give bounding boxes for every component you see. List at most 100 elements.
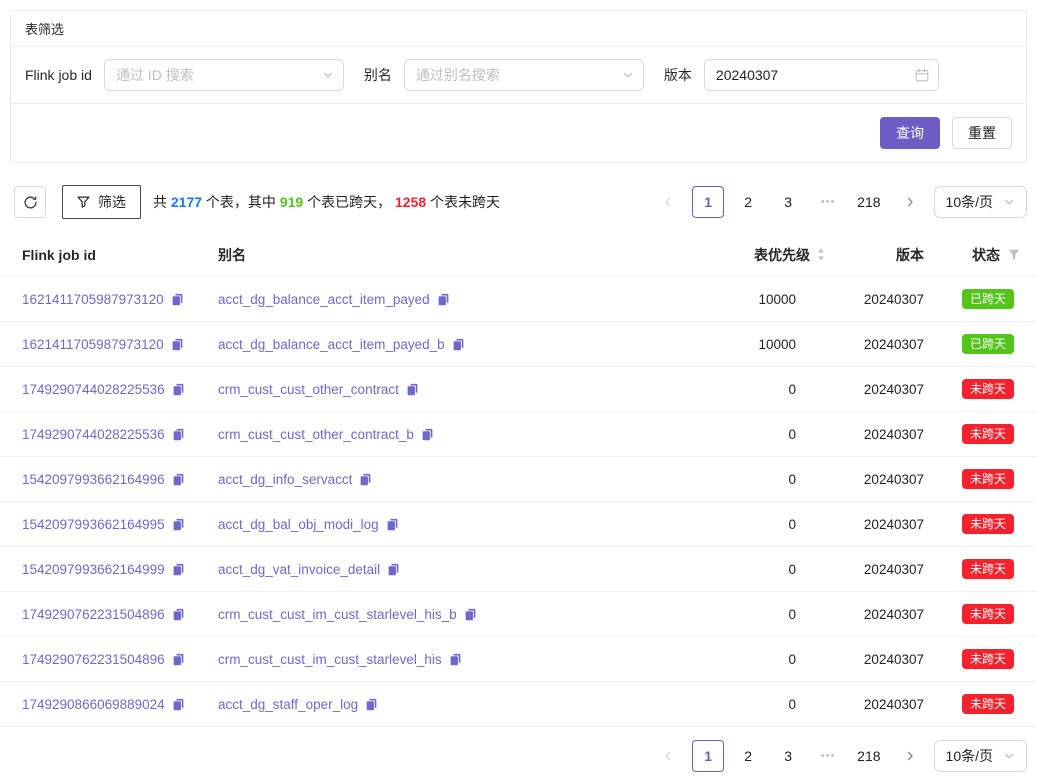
alias-link[interactable]: acct_dg_balance_acct_item_payed bbox=[218, 292, 430, 307]
page-size-select[interactable]: 10条/页 bbox=[934, 740, 1027, 772]
prev-page-button[interactable] bbox=[652, 186, 684, 218]
next-page-button[interactable] bbox=[894, 186, 926, 218]
job-id-select[interactable] bbox=[104, 59, 344, 91]
copy-icon[interactable] bbox=[172, 563, 185, 576]
alias-link[interactable]: crm_cust_cust_other_contract_b bbox=[218, 427, 414, 442]
copy-icon[interactable] bbox=[172, 473, 185, 486]
job-id-label: Flink job id bbox=[25, 67, 92, 83]
copy-icon[interactable] bbox=[421, 428, 434, 441]
header-status-label: 状态 bbox=[972, 245, 1000, 265]
status-badge: 未跨天 bbox=[962, 604, 1014, 624]
version-label: 版本 bbox=[664, 65, 692, 85]
page-button-3[interactable]: 3 bbox=[772, 186, 804, 218]
status-badge: 未跨天 bbox=[962, 424, 1014, 444]
uncrossed-count: 1258 bbox=[395, 194, 426, 210]
page-size-value: 10条/页 bbox=[946, 746, 993, 766]
copy-icon[interactable] bbox=[359, 473, 372, 486]
version-field: 版本 bbox=[664, 59, 939, 91]
column-filter-icon[interactable] bbox=[1008, 249, 1020, 261]
job-id-link[interactable]: 1749290762231504896 bbox=[22, 607, 165, 622]
copy-icon[interactable] bbox=[464, 608, 477, 621]
copy-icon[interactable] bbox=[172, 653, 185, 666]
job-id-link[interactable]: 1749290744028225536 bbox=[22, 382, 165, 397]
page-button-1[interactable]: 1 bbox=[692, 740, 724, 772]
job-id-link[interactable]: 1749290744028225536 bbox=[22, 427, 165, 442]
table-header-row: Flink job id 别名 表优先级 版本 状态 bbox=[0, 233, 1037, 277]
version-value: 20240307 bbox=[826, 517, 924, 532]
version-date-input[interactable] bbox=[704, 59, 939, 91]
page-ellipsis[interactable]: ••• bbox=[812, 740, 844, 772]
next-page-button[interactable] bbox=[894, 740, 926, 772]
reset-button[interactable]: 重置 bbox=[952, 117, 1012, 149]
page-size-select[interactable]: 10条/页 bbox=[934, 186, 1027, 218]
copy-icon[interactable] bbox=[172, 608, 185, 621]
copy-icon[interactable] bbox=[172, 428, 185, 441]
version-value: 20240307 bbox=[826, 472, 924, 487]
copy-icon[interactable] bbox=[452, 338, 465, 351]
priority-value: 0 bbox=[666, 382, 826, 397]
job-id-link[interactable]: 1542097993662164996 bbox=[22, 472, 165, 487]
chevron-down-icon bbox=[1003, 750, 1015, 762]
query-button[interactable]: 查询 bbox=[880, 117, 940, 149]
page-ellipsis[interactable]: ••• bbox=[812, 186, 844, 218]
status-badge: 未跨天 bbox=[962, 649, 1014, 669]
copy-icon[interactable] bbox=[386, 518, 399, 531]
copy-icon[interactable] bbox=[406, 383, 419, 396]
copy-icon[interactable] bbox=[171, 293, 184, 306]
filter-button[interactable]: 筛选 bbox=[62, 185, 141, 219]
job-id-link[interactable]: 1749290762231504896 bbox=[22, 652, 165, 667]
copy-icon[interactable] bbox=[365, 698, 378, 711]
status-badge: 未跨天 bbox=[962, 379, 1014, 399]
status-badge: 未跨天 bbox=[962, 694, 1014, 714]
page-button-2[interactable]: 2 bbox=[732, 186, 764, 218]
copy-icon[interactable] bbox=[172, 698, 185, 711]
table-row: 1542097993662164999 acct_dg_vat_invoice_… bbox=[0, 547, 1037, 592]
alias-link[interactable]: crm_cust_cust_im_cust_starlevel_his_b bbox=[218, 607, 457, 622]
copy-icon[interactable] bbox=[387, 563, 400, 576]
header-priority[interactable]: 表优先级 bbox=[666, 245, 826, 265]
alias-link[interactable]: acct_dg_staff_oper_log bbox=[218, 697, 358, 712]
refresh-button[interactable] bbox=[14, 186, 46, 218]
job-id-link[interactable]: 1621411705987973120 bbox=[22, 292, 164, 307]
job-id-link[interactable]: 1621411705987973120 bbox=[22, 337, 164, 352]
page-button-1[interactable]: 1 bbox=[692, 186, 724, 218]
version-date-picker[interactable] bbox=[704, 59, 939, 91]
alias-select-input[interactable] bbox=[404, 59, 644, 91]
prev-page-button[interactable] bbox=[652, 740, 684, 772]
page-button-2[interactable]: 2 bbox=[732, 740, 764, 772]
job-id-select-input[interactable] bbox=[104, 59, 344, 91]
priority-value: 0 bbox=[666, 562, 826, 577]
chevron-down-icon bbox=[1003, 196, 1015, 208]
pagination-bottom: 1 2 3 ••• 218 10条/页 bbox=[652, 740, 1027, 772]
job-id-link[interactable]: 1749290866069889024 bbox=[22, 697, 165, 712]
page-button-last[interactable]: 218 bbox=[852, 740, 885, 772]
alias-link[interactable]: acct_dg_vat_invoice_detail bbox=[218, 562, 380, 577]
header-priority-label: 表优先级 bbox=[754, 245, 810, 265]
alias-link[interactable]: crm_cust_cust_other_contract bbox=[218, 382, 399, 397]
filter-actions-row: 查询 重置 bbox=[11, 104, 1026, 162]
version-value: 20240307 bbox=[826, 427, 924, 442]
alias-label: 别名 bbox=[364, 65, 392, 85]
alias-link[interactable]: acct_dg_bal_obj_modi_log bbox=[218, 517, 379, 532]
copy-icon[interactable] bbox=[449, 653, 462, 666]
job-id-link[interactable]: 1542097993662164995 bbox=[22, 517, 165, 532]
table-row: 1749290744028225536 crm_cust_cust_other_… bbox=[0, 412, 1037, 457]
priority-value: 0 bbox=[666, 607, 826, 622]
copy-icon[interactable] bbox=[172, 383, 185, 396]
page-button-last[interactable]: 218 bbox=[852, 186, 885, 218]
summary-text: 个表未跨天 bbox=[426, 194, 500, 210]
copy-icon[interactable] bbox=[171, 338, 184, 351]
table-row: 1749290744028225536 crm_cust_cust_other_… bbox=[0, 367, 1037, 412]
alias-select[interactable] bbox=[404, 59, 644, 91]
page-button-3[interactable]: 3 bbox=[772, 740, 804, 772]
copy-icon[interactable] bbox=[172, 518, 185, 531]
priority-value: 0 bbox=[666, 427, 826, 442]
job-id-link[interactable]: 1542097993662164999 bbox=[22, 562, 165, 577]
version-value: 20240307 bbox=[826, 337, 924, 352]
alias-link[interactable]: acct_dg_info_servacct bbox=[218, 472, 352, 487]
alias-link[interactable]: crm_cust_cust_im_cust_starlevel_his bbox=[218, 652, 442, 667]
alias-link[interactable]: acct_dg_balance_acct_item_payed_b bbox=[218, 337, 445, 352]
copy-icon[interactable] bbox=[437, 293, 450, 306]
sort-icon[interactable] bbox=[816, 247, 826, 262]
table-row: 1749290762231504896 crm_cust_cust_im_cus… bbox=[0, 592, 1037, 637]
